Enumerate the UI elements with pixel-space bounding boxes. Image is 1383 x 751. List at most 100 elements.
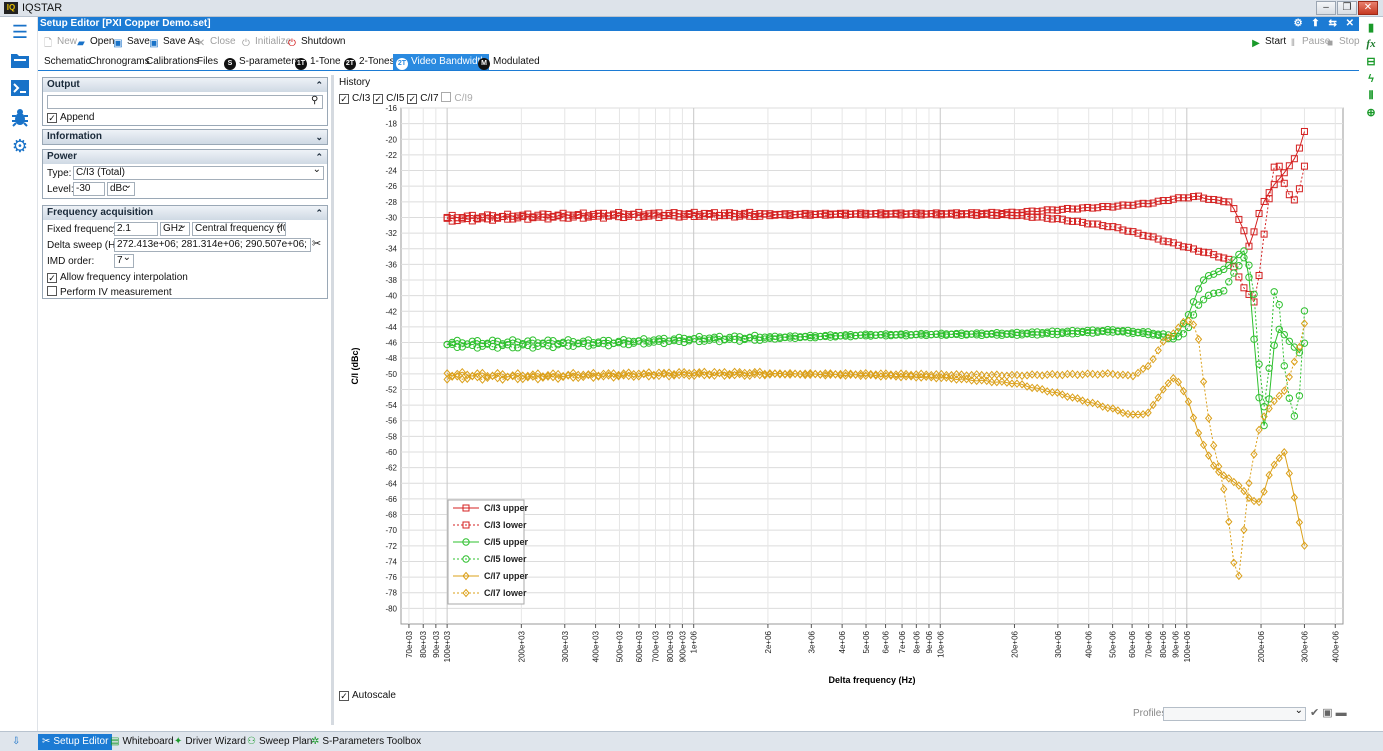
- y-tick-label: -28: [385, 198, 397, 207]
- editor-window-tools[interactable]: ⚙ ⬆ ⇆ ✕: [1294, 17, 1357, 31]
- perform-iv-checkbox[interactable]: Perform IV measurement: [47, 286, 172, 298]
- profiles-select[interactable]: [1163, 707, 1306, 721]
- output-search-input[interactable]: [47, 95, 323, 109]
- tab-2-tones[interactable]: 2T 2-Tones: [341, 54, 398, 70]
- collapse-icon[interactable]: ⌃: [315, 78, 323, 92]
- apply-profile-icon[interactable]: ✔: [1310, 707, 1322, 719]
- y-tick-label: -54: [385, 401, 397, 410]
- stop-icon: ■: [1326, 38, 1334, 49]
- ci7-checkbox[interactable]: ✓ C/I7: [407, 93, 439, 104]
- shutdown-button[interactable]: ⏻ Shutdown: [286, 35, 345, 49]
- save-profile-icon[interactable]: ▣: [1322, 707, 1335, 719]
- close-window-button[interactable]: ✕: [1358, 1, 1378, 15]
- chart-legend: C/I3 upper C/I3 lower C/I5 upper C/I5 lower…: [447, 499, 529, 605]
- toolbox-icon: ✲: [311, 736, 320, 747]
- bottom-tab-sweep-plan[interactable]: ⚇ Sweep Plan: [243, 734, 316, 750]
- append-checkbox[interactable]: ✓ Append: [47, 112, 94, 123]
- power-header[interactable]: Power ⌃: [43, 150, 327, 164]
- power-level-unit-select[interactable]: dBc: [107, 182, 135, 196]
- x-tick-label: 80e+03: [419, 630, 428, 657]
- tab-files[interactable]: Files: [194, 54, 221, 70]
- y-tick-label: -74: [385, 557, 397, 566]
- panel-splitter[interactable]: [331, 75, 334, 725]
- series-checkboxes: ✓ C/I3 ✓ C/I5 ✓ C/I7 C/I9: [339, 92, 473, 104]
- battery-icon[interactable]: ▮: [1363, 21, 1379, 35]
- legend-entry: C/I7 lower: [484, 588, 527, 598]
- x-tick-label: 600e+03: [635, 630, 644, 662]
- printer-icon[interactable]: ⊟: [1363, 55, 1379, 69]
- tab-1-tone[interactable]: 1T 1-Tone: [292, 54, 344, 70]
- terminal-icon[interactable]: [10, 79, 30, 99]
- folder-icon[interactable]: [10, 51, 30, 71]
- x-tick-label: 800e+03: [666, 630, 675, 662]
- y-tick-label: -24: [385, 167, 397, 176]
- power-level-input[interactable]: -30: [73, 182, 105, 196]
- x-tick-label: 90e+06: [1172, 630, 1181, 657]
- m-badge-icon: M: [478, 58, 490, 70]
- fx-icon[interactable]: fx: [1363, 37, 1379, 51]
- frequency-header[interactable]: Frequency acquisition ⌃: [43, 206, 327, 220]
- information-header[interactable]: Information ⌄: [43, 130, 327, 144]
- s-badge-icon: S: [224, 58, 236, 70]
- save-button[interactable]: ▣ Save: [112, 35, 150, 49]
- ci9-checkbox[interactable]: C/I9: [441, 92, 473, 104]
- sliders-icon[interactable]: ⫴: [1363, 89, 1379, 103]
- ci3-checkbox[interactable]: ✓ C/I3: [339, 93, 370, 104]
- delete-profile-icon[interactable]: ▬: [1336, 707, 1350, 719]
- expand-icon[interactable]: ⌄: [315, 130, 323, 144]
- bug-icon[interactable]: [10, 108, 30, 128]
- tools-icon[interactable]: ✂: [312, 237, 321, 250]
- restore-button[interactable]: ❐: [1337, 1, 1357, 15]
- ci5-checkbox[interactable]: ✓ C/I5: [373, 93, 404, 104]
- editor-tabs: Schematic Chronograms Calibrations Files…: [38, 53, 1359, 71]
- fixed-frequency-input[interactable]: 2.1: [114, 222, 158, 236]
- bottom-tab-s-parameters-toolbox[interactable]: ✲ S-Parameters Toolbox: [307, 734, 425, 750]
- initialize-button[interactable]: ⏻ Initialize: [240, 35, 291, 49]
- pin-icon[interactable]: ⇩: [8, 734, 24, 750]
- stop-button[interactable]: ■ Stop: [1324, 35, 1360, 49]
- output-header[interactable]: Output ⌃: [43, 78, 327, 92]
- y-tick-label: -44: [385, 323, 397, 332]
- search-icon[interactable]: ⚲: [311, 95, 318, 106]
- lightning-icon[interactable]: ϟ: [1363, 72, 1379, 86]
- power-type-select[interactable]: C/I3 (Total): [73, 166, 324, 180]
- delta-sweep-input[interactable]: 272.413e+06; 281.314e+06; 290.507e+06; 3…: [114, 238, 311, 252]
- y-tick-label: -60: [385, 448, 397, 457]
- collapse-icon[interactable]: ⌃: [315, 206, 323, 220]
- gear-icon[interactable]: ⚙: [10, 136, 30, 156]
- bottom-tab-whiteboard[interactable]: ▤ Whiteboard: [106, 734, 178, 750]
- frequency-mode-select[interactable]: Central frequency (f0): [192, 222, 286, 236]
- y-tick-label: -20: [385, 135, 397, 144]
- menu-icon[interactable]: ☰: [10, 22, 30, 42]
- x-tick-label: 7e+06: [898, 630, 907, 653]
- bottom-tab-driver-wizard[interactable]: ✦ Driver Wizard: [170, 734, 250, 750]
- fixed-frequency-unit-select[interactable]: GHz: [160, 222, 190, 236]
- imd-order-select[interactable]: 7: [114, 254, 134, 268]
- checkbox-checked-icon: ✓: [47, 273, 57, 283]
- checkbox-checked-icon: ✓: [339, 691, 349, 701]
- x-tick-label: 90e+03: [432, 630, 441, 657]
- allow-interpolation-checkbox[interactable]: ✓ Allow frequency interpolation: [47, 272, 188, 283]
- new-file-icon: 🗋: [43, 38, 53, 49]
- tab-calibrations[interactable]: Calibrations: [143, 54, 202, 70]
- save-as-button[interactable]: ▣ Save As: [148, 35, 199, 49]
- y-tick-label: -62: [385, 464, 397, 473]
- minimize-button[interactable]: –: [1316, 1, 1336, 15]
- bottom-tab-setup-editor[interactable]: ✂ Setup Editor: [38, 734, 113, 750]
- collapse-icon[interactable]: ⌃: [315, 150, 323, 164]
- tab-s-parameters[interactable]: S S-parameters: [221, 54, 303, 70]
- x-tick-label: 300e+06: [1300, 630, 1309, 662]
- x-tick-label: 700e+03: [651, 630, 660, 662]
- new-button[interactable]: 🗋 New: [42, 35, 77, 49]
- checkbox-unchecked-icon: [441, 92, 452, 102]
- open-button[interactable]: ▰ Open: [75, 35, 114, 49]
- autoscale-checkbox[interactable]: ✓ Autoscale: [339, 690, 396, 701]
- close-button[interactable]: ✕ Close: [195, 35, 236, 49]
- globe-icon[interactable]: ⊕: [1363, 106, 1379, 120]
- power-icon: ⏻: [242, 38, 250, 49]
- start-button[interactable]: ▶ Start: [1250, 35, 1286, 49]
- fixed-frequency-label: Fixed frequency:: [47, 224, 121, 235]
- x-tick-label: 300e+03: [561, 630, 570, 662]
- tab-modulated[interactable]: M Modulated: [475, 54, 543, 70]
- settings-panel: Output ⌃ ⚲ ✓ Append Information ⌄ Power ⌃ Ty…: [42, 75, 328, 725]
